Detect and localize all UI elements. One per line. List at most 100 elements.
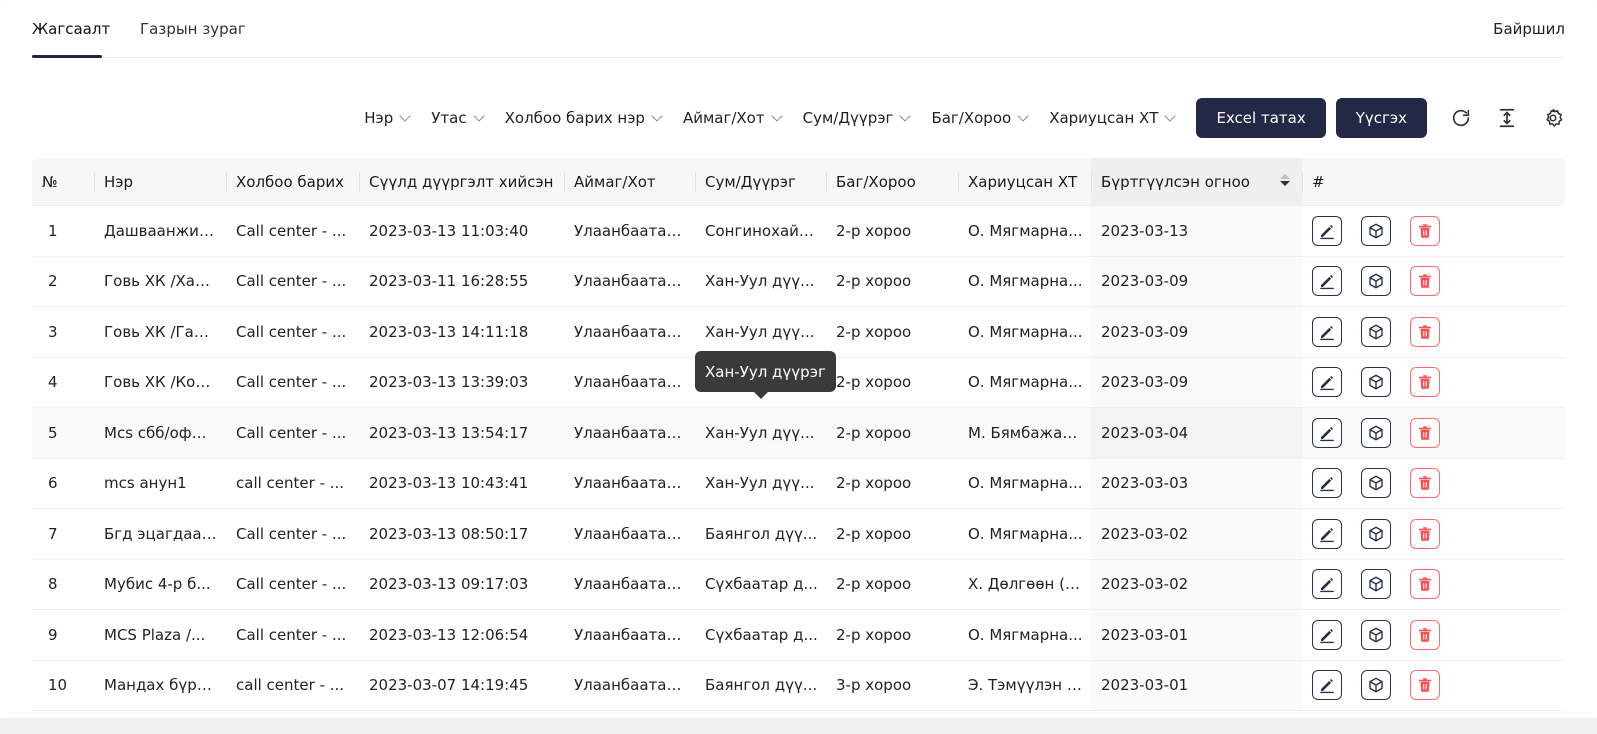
table-cell-contact: Call center - ... [226, 206, 359, 256]
create-button[interactable]: Үүсгэх [1335, 98, 1427, 138]
filter-name[interactable]: Нэр [364, 109, 411, 127]
delete-icon[interactable] [1410, 266, 1440, 297]
excel-export-button[interactable]: Excel татах [1196, 98, 1326, 138]
cell-text: 3 [48, 322, 58, 341]
delete-icon[interactable] [1410, 215, 1440, 246]
table-row[interactable]: 1 Дашваанжил... Call center - ... 2023-03-1… [32, 206, 1565, 257]
chevron-down-icon [770, 109, 783, 122]
filter-responsible[interactable]: Хариуцсан ХТ [1049, 109, 1177, 127]
table-cell-registered: 2023-03-02 [1091, 559, 1302, 609]
filter-toolbar: Нэр Утас Холбоо барих нэр Аймаг/Хот Сум/… [364, 98, 1565, 138]
table-row[interactable]: 8 Мубис 4-р б... Call center - ... 2023-03-… [32, 559, 1565, 610]
table-row[interactable]: 10 Мандах бүрт... call center - ... 2023-03… [32, 660, 1565, 711]
row-actions [1302, 610, 1565, 660]
column-height-icon[interactable] [1495, 106, 1519, 130]
column-header: Аймаг/Хот [564, 158, 695, 206]
filter-phone[interactable]: Утас [431, 109, 485, 127]
table-row[interactable]: 7 Бгд эцагдаа ... Call center - ... 2023-03… [32, 509, 1565, 560]
tab-list[interactable]: Жагсаалт [32, 20, 110, 38]
delete-icon[interactable] [1410, 316, 1440, 347]
table-cell-district: Хан-Уул дүү... [695, 408, 826, 458]
cell-text: Улаанбаатар ... [574, 423, 695, 442]
cell-text: Call center - ... [236, 221, 347, 240]
box-icon[interactable] [1361, 215, 1391, 246]
settings-icon[interactable] [1541, 106, 1565, 130]
box-icon[interactable] [1361, 417, 1391, 448]
delete-icon[interactable] [1410, 367, 1440, 398]
data-table: № Нэр Холбоо барих Сүүлд дүүргэлт хийсэн… [32, 157, 1565, 711]
tab-map[interactable]: Газрын зураг [140, 20, 246, 38]
box-icon[interactable] [1361, 468, 1391, 499]
column-header: Баг/Хороо [826, 158, 958, 206]
cell-text: 2 [48, 272, 58, 291]
edit-icon[interactable] [1312, 215, 1342, 246]
edit-icon[interactable] [1312, 468, 1342, 499]
box-icon[interactable] [1361, 670, 1391, 701]
filter-khoroo[interactable]: Баг/Хороо [931, 109, 1029, 127]
column-header-sortable[interactable]: Бүртгүүлсэн огноо [1091, 157, 1302, 206]
delete-icon[interactable] [1410, 417, 1440, 448]
table-cell-registered: 2023-03-01 [1091, 610, 1302, 660]
chevron-down-icon [399, 109, 411, 122]
filter-province[interactable]: Аймаг/Хот [683, 109, 783, 127]
cell-text: Говь ХК /Гал ... [104, 322, 223, 341]
table-cell-no: 9 [32, 610, 94, 660]
box-icon[interactable] [1361, 316, 1391, 347]
box-icon[interactable] [1361, 569, 1391, 600]
edit-icon[interactable] [1312, 316, 1342, 347]
table-cell-contact: call center - ... [226, 459, 359, 509]
box-icon[interactable] [1361, 619, 1391, 650]
table-cell-last-fill: 2023-03-13 10:43:41 [359, 459, 564, 509]
location-link[interactable]: Байршил [1493, 20, 1565, 38]
cell-text: Э. Тэмүүлэн (... [968, 676, 1088, 695]
delete-icon[interactable] [1410, 518, 1440, 549]
box-icon[interactable] [1361, 266, 1391, 297]
cell-text: Улаанбаатар ... [574, 524, 695, 543]
table-cell-name: Мандах бүрт... [94, 661, 226, 711]
table-row[interactable]: 9 MCS Plaza /... Call center - ... 2023-03-… [32, 610, 1565, 661]
refresh-icon[interactable] [1449, 106, 1473, 130]
box-icon[interactable] [1361, 518, 1391, 549]
cell-text: Улаанбаатар ... [574, 575, 695, 594]
table-cell-last-fill: 2023-03-13 09:17:03 [359, 560, 564, 610]
column-header: # [1302, 158, 1565, 206]
delete-icon[interactable] [1410, 569, 1440, 600]
table-cell-khoroo: 2-р хороо [826, 509, 958, 559]
delete-icon[interactable] [1410, 619, 1440, 650]
table-cell-khoroo: 2-р хороо [826, 257, 958, 307]
edit-icon[interactable] [1312, 670, 1342, 701]
edit-icon[interactable] [1312, 417, 1342, 448]
table-cell-contact: Call center - ... [226, 257, 359, 307]
edit-icon[interactable] [1312, 518, 1342, 549]
table-cell-name: Бгд эцагдаа ... [94, 509, 226, 559]
table-row[interactable]: 6 mcs анун1 call center - ... 2023-03-13 10… [32, 458, 1565, 509]
edit-icon[interactable] [1312, 266, 1342, 297]
table-row[interactable]: 3 Говь ХК /Гал ... Call center - ... 2023-0… [32, 307, 1565, 358]
table-cell-no: 2 [32, 257, 94, 307]
cell-text: 3-р хороо [836, 676, 912, 695]
table-cell-khoroo: 2-р хороо [826, 408, 958, 458]
cell-text: О. Мягмарна... [968, 373, 1083, 392]
table-cell-name: Говь ХК /Хар... [94, 257, 226, 307]
cell-text: Х. Дөлгөөн (S... [968, 575, 1089, 594]
edit-icon[interactable] [1312, 367, 1342, 398]
cell-text: 2023-03-13 08:50:17 [369, 524, 529, 543]
box-icon[interactable] [1361, 367, 1391, 398]
row-actions [1302, 257, 1565, 307]
delete-icon[interactable] [1410, 468, 1440, 499]
table-row[interactable]: 5 Mcs сбб/офф... Call center - ... 2023-03-… [32, 408, 1565, 459]
cell-text: М. Бямбажав... [968, 423, 1086, 442]
edit-icon[interactable] [1312, 619, 1342, 650]
cell-text: Хан-Уул дүү... [705, 423, 815, 442]
cell-text: Сонгинохайр... [705, 221, 823, 240]
edit-icon[interactable] [1312, 569, 1342, 600]
delete-icon[interactable] [1410, 670, 1440, 701]
cell-text: 2-р хороо [836, 373, 912, 392]
table-cell-rep: Э. Тэмүүлэн (... [958, 661, 1091, 711]
active-tab-indicator [32, 55, 102, 58]
filter-district[interactable]: Сум/Дүүрэг [803, 109, 912, 127]
tab-bar: Жагсаалт Газрын зураг Байршил [32, 0, 1565, 58]
filter-contact-name[interactable]: Холбоо барих нэр [505, 109, 663, 127]
sort-icon[interactable] [1280, 173, 1290, 186]
table-row[interactable]: 2 Говь ХК /Хар... Call center - ... 2023-03… [32, 256, 1565, 307]
